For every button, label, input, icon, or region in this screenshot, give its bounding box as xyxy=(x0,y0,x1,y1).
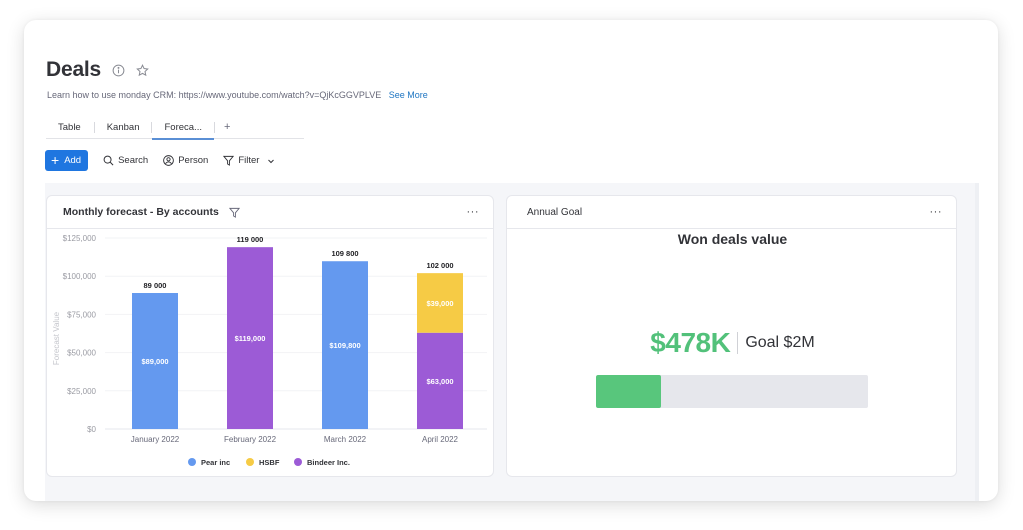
widget-title: Monthly forecast - By accounts xyxy=(63,206,219,218)
bar-value-label: $119,000 xyxy=(235,334,266,343)
widget-header: Annual Goal ··· xyxy=(507,196,956,229)
widget-menu-icon[interactable]: ··· xyxy=(467,206,480,218)
bar-value-label: $109,800 xyxy=(329,341,360,350)
x-tick-label: April 2022 xyxy=(422,435,459,444)
legend-swatch xyxy=(188,458,196,466)
filter-label: Filter xyxy=(238,155,260,166)
goal-heading: Won deals value xyxy=(677,231,788,247)
x-tick-label: January 2022 xyxy=(131,435,180,444)
bar-total-label: 109 800 xyxy=(331,249,358,258)
chevron-down-icon xyxy=(268,159,275,163)
bar-value-label: $63,000 xyxy=(426,377,453,386)
add-button[interactable]: + Add xyxy=(45,150,89,171)
x-tick-label: March 2022 xyxy=(324,435,367,444)
bar-total-label: 119 000 xyxy=(237,235,264,244)
forecast-chart: $0 $25,000 $50,000 $75,000 $100,000 $125,000 F… xyxy=(52,234,487,467)
title-row: Deals xyxy=(46,58,149,82)
view-tabs: Table Kanban Foreca... + xyxy=(46,116,304,140)
goal-body: Won deals value $478K Goal $2M xyxy=(507,229,956,476)
tab-table[interactable]: Table xyxy=(46,116,94,139)
page-title: Deals xyxy=(46,58,102,81)
tab-label: Kanban xyxy=(106,121,140,133)
y-tick-label: $100,000 xyxy=(63,272,97,281)
search-button[interactable]: Search xyxy=(103,155,148,166)
x-tick-label: February 2022 xyxy=(224,435,277,444)
add-view-button[interactable]: + xyxy=(215,121,239,133)
goal-current-value: $478K xyxy=(650,327,731,358)
tab-label: Foreca... xyxy=(164,121,202,133)
app-window: Deals Learn how to use monday CRM: https… xyxy=(24,20,998,501)
y-tick-label: $25,000 xyxy=(67,387,96,396)
y-tick-label: $50,000 xyxy=(67,349,96,358)
legend-label: HSBF xyxy=(259,458,280,467)
legend-label: Bindeer Inc. xyxy=(307,458,350,467)
goal-progress-fill xyxy=(596,375,661,408)
y-tick-label: $125,000 xyxy=(63,234,97,243)
person-icon xyxy=(163,155,175,166)
widget-menu-icon[interactable]: ··· xyxy=(930,206,943,218)
bar-total-label: 89 000 xyxy=(144,281,167,290)
person-button[interactable]: Person xyxy=(163,155,208,166)
search-icon xyxy=(103,155,114,166)
bar-value-label: $39,000 xyxy=(426,299,453,308)
goal-progress-bar xyxy=(596,375,868,408)
widget-title: Annual Goal xyxy=(527,206,583,218)
y-tick-label: $75,000 xyxy=(67,310,96,319)
bar-value-label: $89,000 xyxy=(141,357,168,366)
goal-target-value: Goal $2M xyxy=(745,334,815,351)
see-more-link[interactable]: See More xyxy=(389,90,428,100)
widget-header: Monthly forecast - By accounts ··· xyxy=(47,196,493,229)
info-icon[interactable] xyxy=(111,63,125,77)
dashboard-area: Monthly forecast - By accounts ··· $0 $25… xyxy=(45,183,975,501)
person-label: Person xyxy=(178,155,209,166)
forecast-widget: Monthly forecast - By accounts ··· $0 $25… xyxy=(46,195,494,477)
board-toolbar: + Add Search Person Filter xyxy=(45,150,275,171)
legend-swatch xyxy=(294,458,302,466)
search-label: Search xyxy=(118,155,149,166)
widget-filter-icon[interactable] xyxy=(228,207,240,218)
description-text: Learn how to use monday CRM: https://www… xyxy=(47,90,382,100)
filter-icon xyxy=(223,155,235,166)
goal-values: $478K Goal $2M xyxy=(507,327,956,359)
tab-forecast[interactable]: Foreca... xyxy=(152,116,214,140)
y-axis-label: Forecast Value xyxy=(52,311,61,365)
y-tick-label: $0 xyxy=(87,425,96,434)
legend-label: Pear inc xyxy=(201,458,230,467)
legend-swatch xyxy=(246,458,254,466)
tab-kanban[interactable]: Kanban xyxy=(95,116,152,139)
board-description: Learn how to use monday CRM: https://www… xyxy=(47,90,428,100)
add-label: Add xyxy=(64,155,82,166)
tab-label: Table xyxy=(58,121,81,133)
annual-goal-widget: Annual Goal ··· Won deals value $478K Go… xyxy=(506,195,957,477)
bar-total-label: 102 000 xyxy=(426,261,453,270)
goal-divider xyxy=(737,332,739,354)
plus-icon: + xyxy=(51,152,60,168)
star-icon[interactable] xyxy=(135,63,149,77)
filter-button[interactable]: Filter xyxy=(223,155,275,166)
dashboard-scrollbar[interactable] xyxy=(975,183,979,501)
